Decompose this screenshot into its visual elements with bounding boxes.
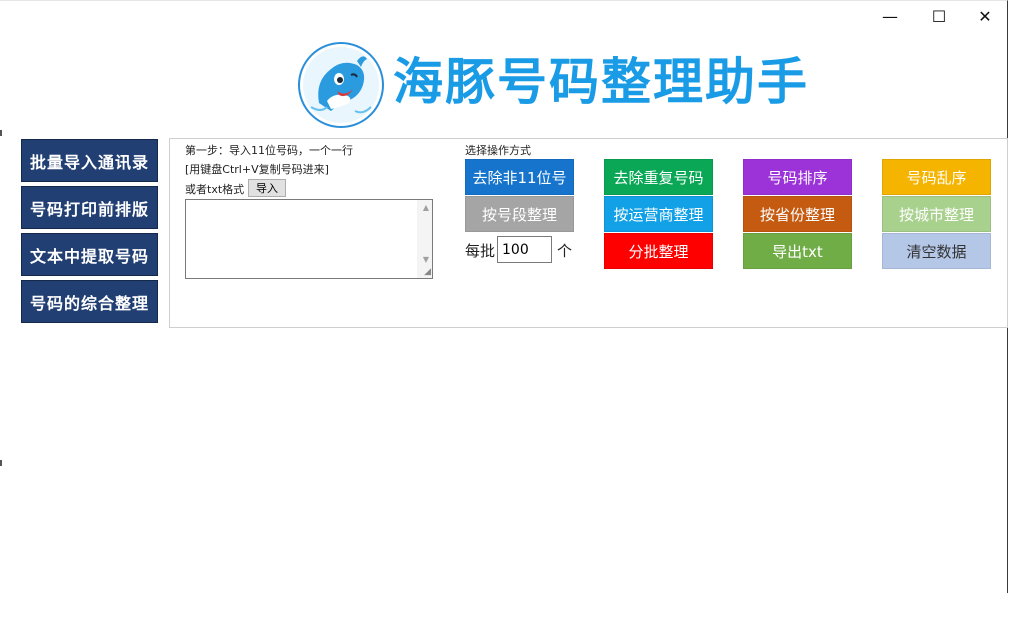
remove-duplicates-button[interactable]: 去除重复号码 bbox=[604, 159, 713, 195]
maximize-button[interactable]: ☐ bbox=[916, 4, 962, 28]
minimize-button[interactable]: — bbox=[867, 4, 913, 28]
batch-unit-label: 个 bbox=[557, 242, 573, 260]
sort-by-carrier-button[interactable]: 按运营商整理 bbox=[604, 196, 713, 232]
import-button[interactable]: 导入 bbox=[248, 179, 286, 197]
paste-hint: [用键盘Ctrl+V复制号码进来] bbox=[185, 163, 329, 176]
numbers-textarea[interactable]: ▲ ▼ ◢ bbox=[185, 199, 433, 279]
nav-batch-import-contacts[interactable]: 批量导入通讯录 bbox=[21, 139, 158, 182]
sort-by-city-button[interactable]: 按城市整理 bbox=[882, 196, 991, 232]
operations-header: 选择操作方式 bbox=[465, 144, 531, 157]
txt-format-label: 或者txt格式 bbox=[185, 183, 245, 196]
edge-mark bbox=[0, 460, 2, 466]
nav-extract-from-text[interactable]: 文本中提取号码 bbox=[21, 233, 158, 276]
export-txt-button[interactable]: 导出txt bbox=[743, 233, 852, 269]
app-title: 海豚号码整理助手 bbox=[393, 53, 809, 111]
batch-size-input[interactable]: 100 bbox=[497, 236, 552, 263]
nav-comprehensive-sort[interactable]: 号码的综合整理 bbox=[21, 280, 158, 323]
sort-by-prefix-button[interactable]: 按号段整理 bbox=[465, 196, 574, 232]
dolphin-logo-icon bbox=[297, 41, 385, 129]
nav-print-layout[interactable]: 号码打印前排版 bbox=[21, 186, 158, 229]
edge-mark bbox=[0, 130, 2, 136]
remove-non-11-digit-button[interactable]: 去除非11位号 bbox=[465, 159, 574, 195]
shuffle-numbers-button[interactable]: 号码乱序 bbox=[882, 159, 991, 195]
scroll-up-icon[interactable]: ▲ bbox=[423, 203, 429, 212]
batch-prefix-label: 每批 bbox=[465, 242, 496, 260]
sort-by-province-button[interactable]: 按省份整理 bbox=[743, 196, 852, 232]
step-label: 第一步：导入11位号码，一个一行 bbox=[185, 144, 353, 157]
close-button[interactable]: ✕ bbox=[962, 4, 1008, 28]
sort-numbers-button[interactable]: 号码排序 bbox=[743, 159, 852, 195]
scroll-down-icon[interactable]: ▼ bbox=[423, 255, 429, 264]
batch-sort-button[interactable]: 分批整理 bbox=[604, 233, 713, 269]
resize-grip-icon[interactable]: ◢ bbox=[424, 267, 431, 277]
clear-data-button[interactable]: 清空数据 bbox=[882, 233, 991, 269]
